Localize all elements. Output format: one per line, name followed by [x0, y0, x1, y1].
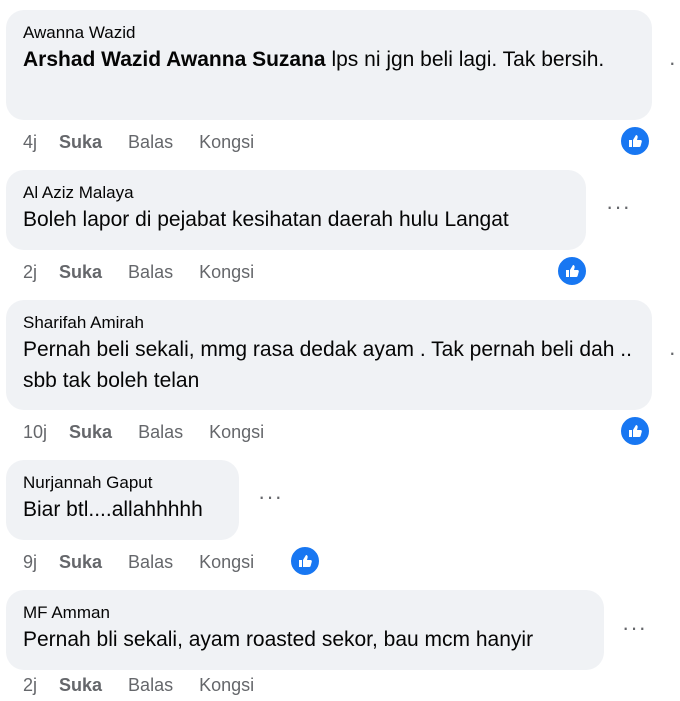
share-button[interactable]: Kongsi [199, 551, 254, 573]
comment-time[interactable]: 10j [23, 421, 47, 443]
like-thumb-icon[interactable] [289, 545, 321, 577]
comment-time[interactable]: 9j [23, 551, 37, 573]
comment-bubble: Nurjannah Gaput Biar btl....allahhhhh [6, 460, 239, 540]
like-button[interactable]: Suka [59, 261, 102, 283]
share-button[interactable]: Kongsi [209, 421, 264, 443]
comment-actions: 10j Suka Balas Kongsi [23, 421, 290, 443]
reply-button[interactable]: Balas [128, 674, 173, 696]
comment-bubble: Awanna Wazid Arshad Wazid Awanna Suzana … [6, 10, 652, 120]
like-button[interactable]: Suka [69, 421, 112, 443]
reply-button[interactable]: Balas [128, 261, 173, 283]
reply-button[interactable]: Balas [138, 421, 183, 443]
comment-actions: 2j Suka Balas Kongsi [23, 674, 280, 696]
comment-text: Boleh lapor di pejabat kesihatan daerah … [23, 208, 509, 231]
comment-author[interactable]: Al Aziz Malaya [23, 182, 569, 204]
more-options-icon[interactable]: ··· [622, 617, 647, 639]
more-options-icon[interactable]: · [669, 50, 676, 76]
comment-actions: 2j Suka Balas Kongsi [23, 261, 280, 283]
comment-text: Biar btl....allahhhhh [23, 498, 203, 521]
more-options-icon[interactable]: · [669, 340, 676, 366]
like-thumb-icon[interactable] [556, 255, 588, 287]
comment-mention[interactable]: Arshad Wazid Awanna Suzana [23, 48, 326, 71]
like-button[interactable]: Suka [59, 551, 102, 573]
comment-text: Pernah beli sekali, mmg rasa dedak ayam … [23, 338, 632, 392]
more-options-icon[interactable]: ··· [258, 486, 283, 508]
comment-text: Arshad Wazid Awanna Suzana lps ni jgn be… [23, 48, 605, 71]
comment-actions: 9j Suka Balas Kongsi [23, 551, 280, 573]
comment-author[interactable]: Sharifah Amirah [23, 312, 635, 334]
like-button[interactable]: Suka [59, 674, 102, 696]
comment-time[interactable]: 2j [23, 674, 37, 696]
comment-bubble: Al Aziz Malaya Boleh lapor di pejabat ke… [6, 170, 586, 250]
share-button[interactable]: Kongsi [199, 131, 254, 153]
comment-text: Pernah bli sekali, ayam roasted sekor, b… [23, 628, 534, 651]
comment-bubble: MF Amman Pernah bli sekali, ayam roasted… [6, 590, 604, 670]
share-button[interactable]: Kongsi [199, 674, 254, 696]
comment-author[interactable]: MF Amman [23, 602, 587, 624]
like-thumb-icon[interactable] [619, 415, 651, 447]
comment-author[interactable]: Nurjannah Gaput [23, 472, 222, 494]
comment-bubble: Sharifah Amirah Pernah beli sekali, mmg … [6, 300, 652, 410]
comment-time[interactable]: 2j [23, 261, 37, 283]
comment-actions: 4j Suka Balas Kongsi [23, 131, 280, 153]
comment-author[interactable]: Awanna Wazid [23, 22, 635, 44]
like-button[interactable]: Suka [59, 131, 102, 153]
comment-time[interactable]: 4j [23, 131, 37, 153]
reply-button[interactable]: Balas [128, 551, 173, 573]
like-thumb-icon[interactable] [619, 125, 651, 157]
share-button[interactable]: Kongsi [199, 261, 254, 283]
reply-button[interactable]: Balas [128, 131, 173, 153]
more-options-icon[interactable]: ··· [606, 196, 631, 218]
